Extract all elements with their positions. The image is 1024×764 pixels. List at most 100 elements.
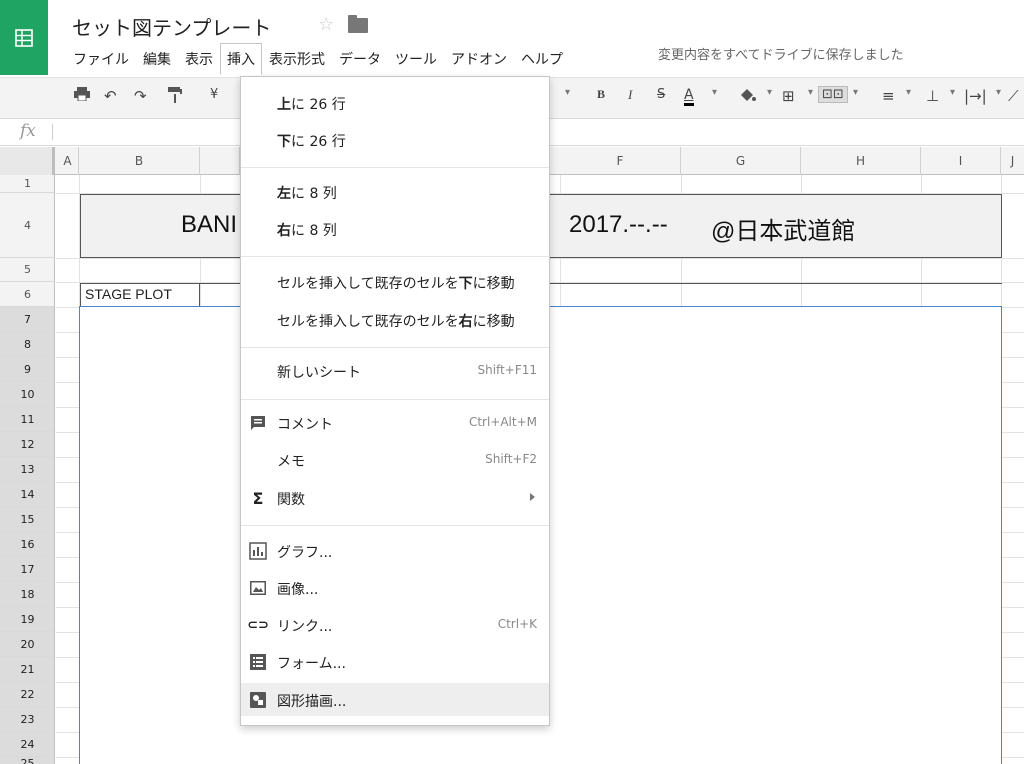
row-header-12[interactable]: 12 [0,432,54,457]
row-header-20[interactable]: 20 [0,632,54,657]
insert-function[interactable]: Σ 関数 [241,481,549,514]
menu-tools[interactable]: ツール [388,43,444,75]
text-wrap-icon[interactable]: |→| [964,87,987,105]
menu-view[interactable]: 表示 [178,43,220,75]
function-label: 関数 [277,492,305,508]
memo-label: メモ [277,454,305,470]
valign-chevron-icon[interactable]: ▾ [950,87,955,98]
strikethrough-button[interactable]: S [657,87,665,102]
undo-icon[interactable]: ↶ [104,87,117,105]
borders-chevron-icon[interactable]: ▾ [808,87,813,98]
insert-columns-right-label: 右に 8 列 [277,220,337,240]
row-header-13[interactable]: 13 [0,457,54,482]
shift-right-pre: セルを挿入して既存のセルを [277,314,459,330]
link-shortcut: Ctrl+K [497,617,537,631]
row-header-11[interactable]: 11 [0,407,54,432]
paint-format-icon[interactable] [168,87,182,107]
insert-memo[interactable]: メモ Shift+F2 [241,443,549,476]
fill-color-icon[interactable] [738,87,756,107]
insert-comment[interactable]: コメント Ctrl+Alt+M [241,406,549,439]
column-header-f[interactable]: F [560,147,681,175]
column-header-a[interactable]: A [57,147,79,175]
folder-icon[interactable] [348,15,368,33]
menu-file[interactable]: ファイル [66,43,136,75]
merge-cells-icon[interactable]: ⊡⊡ [818,86,848,103]
row-header-5[interactable]: 5 [0,258,54,282]
borders-icon[interactable]: ⊞ [782,87,795,105]
column-header-h[interactable]: H [801,147,921,175]
vertical-align-icon[interactable]: ⊥ [926,87,939,105]
insert-cells-shift-right[interactable]: セルを挿入して既存のセルを右に移動 [241,303,549,336]
column-header-j[interactable]: J [1001,147,1024,175]
image-label: 画像... [277,582,319,598]
italic-button[interactable]: I [628,87,632,103]
select-all-corner[interactable] [0,147,55,175]
row-header-1[interactable]: 1 [0,175,54,193]
cols-right-bold: 右 [277,223,291,239]
fill-chevron-icon[interactable]: ▾ [767,87,772,98]
column-header-g[interactable]: G [681,147,801,175]
insert-cells-shift-down[interactable]: セルを挿入して既存のセルを下に移動 [241,265,549,298]
document-title[interactable]: セット図テンプレート [72,12,271,41]
row-header-19[interactable]: 19 [0,607,54,632]
wrap-chevron-icon[interactable]: ▾ [996,87,1001,98]
row-header-6[interactable]: 6 [0,282,54,307]
shift-down-post: に移動 [472,276,515,292]
insert-link[interactable]: ⊂⊃ リンク... Ctrl+K [241,608,549,641]
column-header-i[interactable]: I [921,147,1001,175]
row-header-4[interactable]: 4 [0,193,54,258]
row-header-21[interactable]: 21 [0,657,54,682]
text-color-button[interactable]: A [684,87,694,106]
menu-edit[interactable]: 編集 [136,43,178,75]
menu-format[interactable]: 表示形式 [262,43,332,75]
column-header-c[interactable] [200,147,240,175]
star-icon[interactable]: ☆ [318,14,334,35]
insert-rows-below[interactable]: 下に 26 行 [241,123,549,156]
banner-venue: @日本武道館 [711,218,856,245]
insert-new-sheet[interactable]: 新しいシート Shift+F11 [241,354,549,387]
text-color-chevron-icon[interactable]: ▾ [712,87,717,98]
insert-chart[interactable]: グラフ... [241,534,549,567]
insert-form[interactable]: フォーム... [241,645,549,678]
redo-icon[interactable]: ↷ [134,87,147,105]
insert-rows-above[interactable]: 上に 26 行 [241,86,549,119]
horizontal-align-icon[interactable]: ≡ [882,87,895,105]
row-header-10[interactable]: 10 [0,382,54,407]
insert-columns-right[interactable]: 右に 8 列 [241,212,549,245]
row-header-25[interactable]: 25 [0,757,54,764]
sheets-logo-icon[interactable] [0,0,48,75]
row-header-15[interactable]: 15 [0,507,54,532]
font-size-chevron-icon[interactable]: ▾ [565,87,570,98]
row-header-7[interactable]: 7 [0,307,54,332]
menu-insert[interactable]: 挿入 [220,43,262,75]
row-header-17[interactable]: 17 [0,557,54,582]
insert-columns-left[interactable]: 左に 8 列 [241,175,549,208]
row-header-23[interactable]: 23 [0,707,54,732]
row-header-16[interactable]: 16 [0,532,54,557]
row-header-24[interactable]: 24 [0,732,54,757]
menu-data[interactable]: データ [332,43,388,75]
row-header-22[interactable]: 22 [0,682,54,707]
row-header-9[interactable]: 9 [0,357,54,382]
link-label: リンク... [277,619,333,635]
menu-help[interactable]: ヘルプ [514,43,570,75]
shift-down-label: セルを挿入して既存のセルを下に移動 [277,273,515,293]
row-header-14[interactable]: 14 [0,482,54,507]
merge-chevron-icon[interactable]: ▾ [853,87,858,98]
row-header-8[interactable]: 8 [0,332,54,357]
insert-drawing[interactable]: 図形描画... [241,683,549,716]
chart-icon [249,542,267,560]
text-rotation-icon[interactable]: ⟋ [1008,87,1019,105]
menu-separator [241,347,549,348]
print-icon[interactable] [74,87,90,105]
row-header-18[interactable]: 18 [0,582,54,607]
save-status[interactable]: 変更内容をすべてドライブに保存しました [658,44,904,63]
currency-format-button[interactable]: ¥ [210,87,218,102]
bold-button[interactable]: B [597,87,605,102]
stage-plot-label[interactable]: STAGE PLOT [80,283,200,306]
column-header-b[interactable]: B [79,147,200,175]
menu-addons[interactable]: アドオン [444,43,514,75]
new-sheet-shortcut: Shift+F11 [477,363,537,377]
insert-image[interactable]: 画像... [241,571,549,604]
align-chevron-icon[interactable]: ▾ [906,87,911,98]
